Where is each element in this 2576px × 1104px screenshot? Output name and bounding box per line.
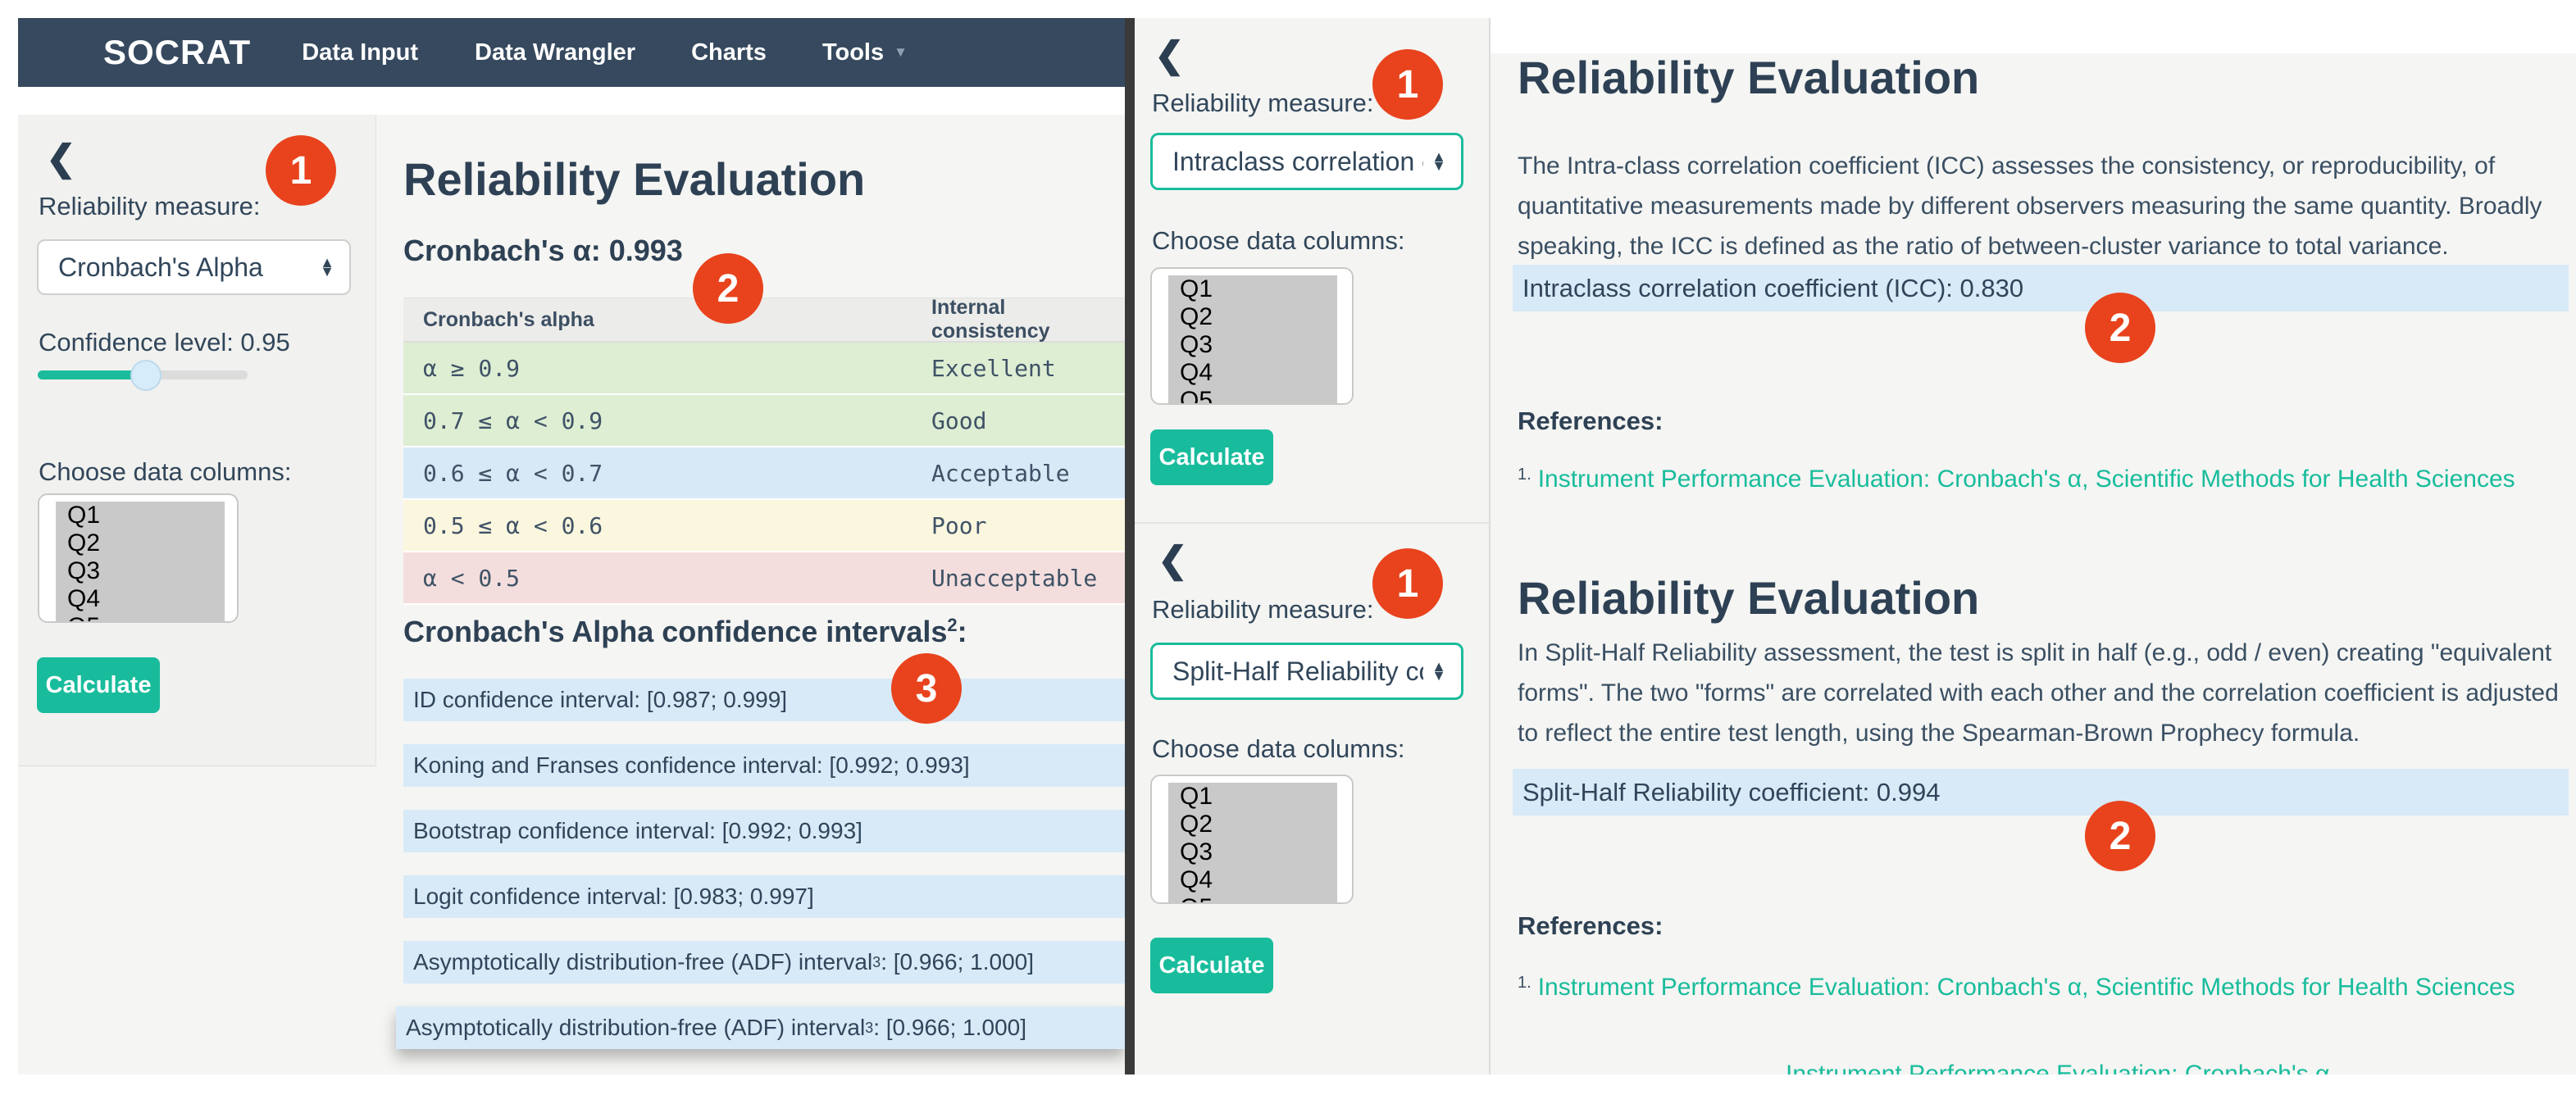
confidence-interval-row: Bootstrap confidence interval: [0.992; 0… bbox=[403, 810, 1125, 852]
list-item[interactable]: Q2 bbox=[1168, 303, 1337, 331]
list-item[interactable]: Q4 bbox=[1168, 359, 1337, 387]
list-item[interactable]: Q1 bbox=[1168, 783, 1337, 811]
confidence-interval-row: Asymptotically distribution-free (ADF) i… bbox=[403, 941, 1125, 984]
app-logo[interactable]: SOCRAT bbox=[103, 33, 251, 72]
references-label: References: bbox=[1518, 407, 1663, 436]
step-annotation-badge: 2 bbox=[693, 253, 763, 324]
reference-number: 1. bbox=[1518, 466, 1531, 484]
confidence-interval-row: Koning and Franses confidence interval: … bbox=[403, 744, 1125, 787]
back-icon[interactable]: ❮ bbox=[46, 141, 76, 177]
table-row: 0.7 ≤ α < 0.9 Good bbox=[403, 395, 1125, 448]
step-annotation-badge: 1 bbox=[1372, 548, 1443, 619]
select-caret-icon: ▲▼ bbox=[1431, 152, 1446, 170]
measure-select[interactable]: Split-Half Reliability coefficient ▲▼ bbox=[1150, 643, 1463, 700]
select-caret-icon: ▲▼ bbox=[320, 258, 335, 276]
back-icon[interactable]: ❮ bbox=[1158, 543, 1188, 579]
table-row: 0.5 ≤ α < 0.6 Poor bbox=[403, 500, 1125, 552]
page-title: Reliability Evaluation bbox=[1518, 51, 1979, 104]
list-item[interactable]: Q5 bbox=[56, 613, 225, 623]
back-icon[interactable]: ❮ bbox=[1154, 38, 1185, 74]
chevron-down-icon: ▼ bbox=[894, 44, 908, 61]
icc-result-highlight: Intraclass correlation coefficient (ICC)… bbox=[1513, 265, 2569, 311]
confidence-interval-row: Logit confidence interval: [0.983; 0.997… bbox=[403, 875, 1125, 918]
step-annotation-badge: 1 bbox=[1372, 49, 1443, 120]
list-item[interactable]: Q5 bbox=[1168, 894, 1337, 904]
list-item[interactable]: Q3 bbox=[1168, 331, 1337, 359]
column-header: Internal consistency bbox=[918, 298, 1125, 343]
columns-listbox[interactable]: Q1 Q2 Q3 Q4 Q5 bbox=[1150, 267, 1354, 405]
list-item[interactable]: Q2 bbox=[1168, 811, 1337, 838]
ci-heading: Cronbach's Alpha confidence intervals2: bbox=[403, 615, 967, 649]
reference-link[interactable]: Instrument Performance Evaluation: Cronb… bbox=[1538, 466, 2515, 493]
measure-select[interactable]: Intraclass correlation coefficier ▲▼ bbox=[1150, 133, 1463, 190]
consistency-table: Cronbach's alpha Internal consistency α … bbox=[403, 298, 1125, 605]
reference-number: 1. bbox=[1518, 974, 1531, 992]
calculate-button[interactable]: Calculate bbox=[1150, 429, 1273, 485]
step-annotation-badge: 2 bbox=[2085, 801, 2155, 871]
nav-item-data-input[interactable]: Data Input bbox=[302, 39, 418, 66]
list-item[interactable]: Q1 bbox=[1168, 275, 1337, 303]
fragment-divider bbox=[1125, 18, 1135, 1074]
calculate-button[interactable]: Calculate bbox=[1150, 938, 1273, 993]
reference-link[interactable]: Instrument Performance Evaluation: Cronb… bbox=[1786, 1061, 2337, 1074]
table-row: α ≥ 0.9 Excellent bbox=[403, 343, 1125, 395]
calculate-button[interactable]: Calculate bbox=[37, 657, 160, 713]
table-header-row: Cronbach's alpha Internal consistency bbox=[403, 298, 1125, 343]
nav-item-charts[interactable]: Charts bbox=[691, 39, 767, 66]
step-annotation-badge: 2 bbox=[2085, 293, 2155, 363]
icc-description: The Intra-class correlation coefficient … bbox=[1518, 146, 2575, 266]
columns-label: Choose data columns: bbox=[1152, 226, 1404, 256]
page-title: Reliability Evaluation bbox=[403, 152, 865, 206]
column-header: Cronbach's alpha bbox=[403, 308, 918, 332]
confidence-interval-row: Asymptotically distribution-free (ADF) i… bbox=[396, 1006, 1125, 1049]
list-item[interactable]: Q4 bbox=[56, 585, 225, 613]
step-annotation-badge: 1 bbox=[266, 135, 336, 206]
measure-select-value: Intraclass correlation coefficier bbox=[1172, 147, 1423, 177]
step-annotation-badge: 3 bbox=[891, 653, 962, 724]
split-half-description: In Split-Half Reliability assessment, th… bbox=[1518, 633, 2575, 753]
reference-item: 1. Instrument Performance Evaluation: Cro… bbox=[1518, 974, 2515, 1002]
columns-label: Choose data columns: bbox=[1152, 734, 1404, 764]
list-item[interactable]: Q3 bbox=[56, 557, 225, 585]
nav-item-tools[interactable]: Tools bbox=[822, 39, 884, 66]
alpha-result: Cronbach's α: 0.993 bbox=[403, 234, 683, 268]
measure-label: Reliability measure: bbox=[39, 192, 261, 221]
columns-listbox[interactable]: Q1 Q2 Q3 Q4 Q5 bbox=[38, 493, 239, 623]
clipped-reference-item: Instrument Performance Evaluation: Cronb… bbox=[1786, 1061, 2343, 1074]
columns-listbox[interactable]: Q1 Q2 Q3 Q4 Q5 bbox=[1150, 775, 1354, 904]
list-item[interactable]: Q3 bbox=[1168, 838, 1337, 866]
measure-select-value: Cronbach's Alpha bbox=[58, 252, 312, 283]
list-item[interactable]: Q1 bbox=[56, 502, 225, 529]
confidence-slider-handle[interactable] bbox=[130, 360, 162, 391]
confidence-label: Confidence level: 0.95 bbox=[39, 328, 290, 357]
list-item[interactable]: Q2 bbox=[56, 529, 225, 557]
measure-label: Reliability measure: bbox=[1152, 89, 1374, 118]
select-caret-icon: ▲▼ bbox=[1431, 662, 1446, 680]
measure-label: Reliability measure: bbox=[1152, 595, 1374, 625]
columns-label: Choose data columns: bbox=[39, 457, 291, 487]
measure-select[interactable]: Cronbach's Alpha ▲▼ bbox=[37, 239, 351, 295]
columns-options: Q1 Q2 Q3 Q4 Q5 bbox=[1168, 783, 1337, 904]
table-row: 0.6 ≤ α < 0.7 Acceptable bbox=[403, 448, 1125, 500]
reference-item: 1. Instrument Performance Evaluation: Cro… bbox=[1518, 466, 2515, 493]
fragment-seam bbox=[1135, 522, 1489, 524]
list-item[interactable]: Q5 bbox=[1168, 387, 1337, 405]
columns-options: Q1 Q2 Q3 Q4 Q5 bbox=[56, 502, 225, 623]
table-row: α < 0.5 Unacceptable bbox=[403, 552, 1125, 605]
nav-item-data-wrangler[interactable]: Data Wrangler bbox=[475, 39, 635, 66]
reference-link[interactable]: Instrument Performance Evaluation: Cronb… bbox=[1538, 974, 2515, 1001]
columns-options: Q1 Q2 Q3 Q4 Q5 bbox=[1168, 275, 1337, 405]
page-title: Reliability Evaluation bbox=[1518, 571, 1979, 625]
confidence-interval-row: ID confidence interval: [0.987; 0.999] bbox=[403, 679, 1125, 721]
split-half-result-highlight: Split-Half Reliability coefficient: 0.99… bbox=[1513, 769, 2569, 816]
list-item[interactable]: Q4 bbox=[1168, 866, 1337, 894]
top-navbar: SOCRAT Data Input Data Wrangler Charts T… bbox=[18, 18, 1125, 87]
references-label: References: bbox=[1518, 911, 1663, 941]
measure-select-value: Split-Half Reliability coefficient bbox=[1172, 656, 1423, 687]
